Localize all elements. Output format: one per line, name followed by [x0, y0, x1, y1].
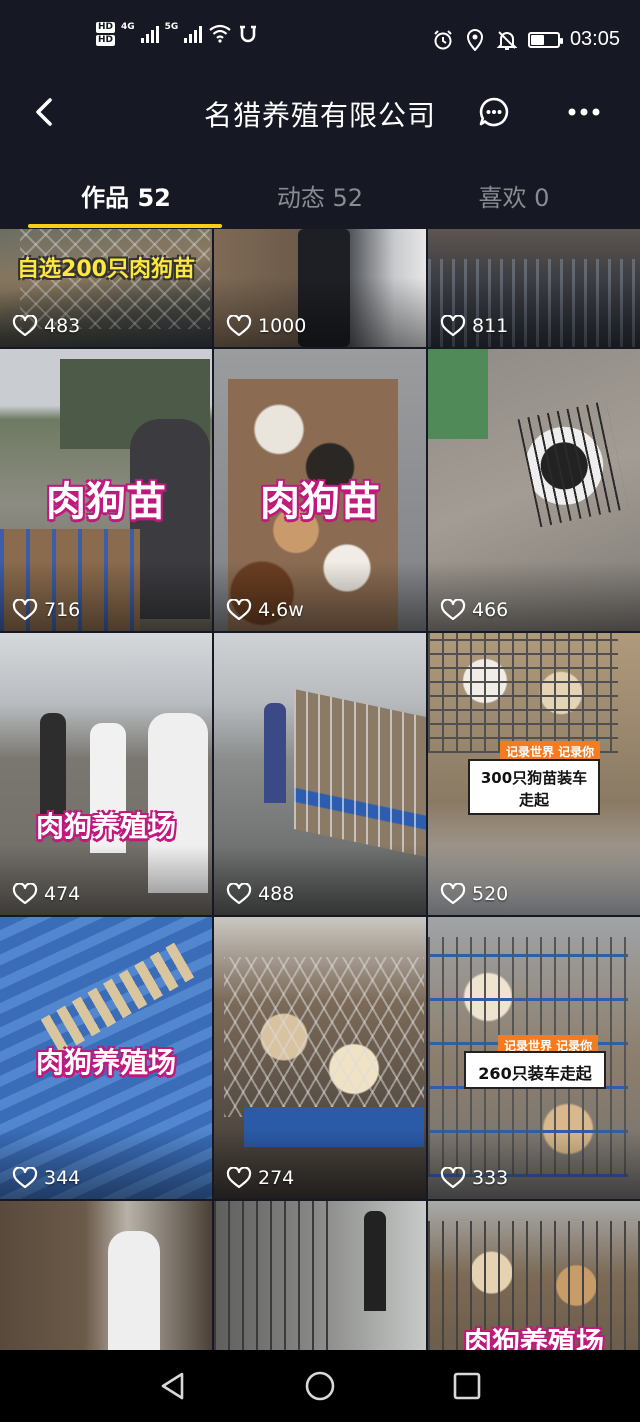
like-count: 344 — [12, 1167, 80, 1189]
video-tile[interactable]: 1000 — [214, 229, 426, 347]
heart-icon — [12, 1167, 38, 1189]
more-options-button[interactable] — [564, 92, 604, 132]
header: 名猎养殖有限公司 — [0, 80, 640, 144]
like-count: 474 — [12, 883, 80, 905]
like-count-value: 1000 — [258, 315, 307, 337]
tab-indicator — [28, 224, 222, 228]
mute-icon — [496, 29, 518, 51]
like-count: 466 — [440, 599, 508, 621]
battery-icon — [527, 31, 563, 48]
signal-icon-1 — [140, 25, 159, 43]
message-button[interactable] — [474, 92, 514, 132]
triangle-back-icon — [162, 1372, 184, 1400]
video-tile[interactable]: 466 — [428, 349, 640, 631]
location-icon — [464, 28, 486, 51]
like-count: 274 — [226, 1167, 294, 1189]
video-caption: 肉狗养殖场 — [35, 810, 176, 843]
heart-icon — [12, 883, 38, 905]
heart-icon — [226, 1167, 252, 1189]
like-count-value: 274 — [258, 1167, 295, 1189]
tab-works[interactable]: 作品 52 — [28, 178, 224, 213]
alarm-icon — [432, 29, 454, 51]
heart-icon — [226, 315, 252, 337]
video-grid: 自选200只肉狗苗 483 1000 811 肉狗苗 716 肉狗苗 4.6w … — [0, 229, 640, 1350]
like-count-value: 811 — [472, 315, 509, 337]
more-dots-icon — [568, 108, 600, 116]
like-count-value: 4.6w — [258, 599, 304, 621]
chat-bubble-icon — [479, 97, 509, 127]
sticker-line-1: 260只装车走起 — [478, 1064, 592, 1083]
heart-icon — [440, 315, 466, 337]
like-count: 333 — [440, 1167, 508, 1189]
video-tile[interactable]: 肉狗养殖场 474 — [0, 633, 212, 915]
sticker-line-2: 走起 — [518, 791, 549, 809]
heart-icon — [226, 883, 252, 905]
video-caption: 肉狗苗 — [46, 479, 166, 525]
video-tile[interactable]: 肉狗苗 716 — [0, 349, 212, 631]
heart-icon — [440, 599, 466, 621]
like-count-value: 483 — [44, 315, 81, 337]
video-tile[interactable]: 记录世界 记录你 300只狗苗装车 走起 520 — [428, 633, 640, 915]
video-tile[interactable] — [0, 1201, 212, 1350]
heart-icon — [12, 315, 38, 337]
video-tile[interactable]: 自选200只肉狗苗 483 — [0, 229, 212, 347]
nav-back-button[interactable] — [149, 1362, 197, 1410]
like-count: 488 — [226, 883, 294, 905]
video-sticker: 260只装车走起 — [464, 1051, 606, 1089]
clock: 03:05 — [569, 28, 620, 50]
video-caption: 肉狗苗 — [260, 479, 380, 525]
like-count: 811 — [440, 315, 508, 337]
video-caption: 肉狗养殖场 — [35, 1046, 176, 1079]
heart-icon — [440, 883, 466, 905]
like-count-value: 344 — [44, 1167, 81, 1189]
video-tile[interactable] — [214, 1201, 426, 1350]
like-count-value: 716 — [44, 599, 81, 621]
like-count: 483 — [12, 315, 80, 337]
hd-badge-2: HD — [96, 35, 116, 46]
tab-activity[interactable]: 动态 52 — [222, 178, 418, 213]
network-indicators: HD HD 4G 5G — [96, 22, 258, 46]
video-tile[interactable]: 肉狗苗 4.6w — [214, 349, 426, 631]
video-caption: 自选200只肉狗苗 — [17, 257, 195, 282]
sticker-line-1: 300只狗苗装车 — [480, 769, 588, 787]
video-tile[interactable]: 肉狗养殖场 344 — [0, 917, 212, 1199]
profile-tabs: 作品 52 动态 52 喜欢 0 — [0, 160, 640, 228]
tab-likes[interactable]: 喜欢 0 — [416, 178, 612, 213]
network-type-1: 4G — [121, 22, 135, 32]
video-tile[interactable]: 记录世界 记录你 260只装车走起 333 — [428, 917, 640, 1199]
status-bar: HD HD 4G 5G 03:05 — [0, 0, 640, 80]
system-navigation-bar — [0, 1350, 640, 1422]
like-count-value: 333 — [472, 1167, 509, 1189]
page-title: 名猎养殖有限公司 — [203, 99, 436, 132]
like-count: 1000 — [226, 315, 306, 337]
heart-icon — [226, 599, 252, 621]
like-count: 716 — [12, 599, 80, 621]
like-count-value: 474 — [44, 883, 81, 905]
video-tile[interactable]: 811 — [428, 229, 640, 347]
like-count: 4.6w — [226, 599, 304, 621]
hd-badge-1: HD — [96, 22, 116, 33]
nav-recents-button[interactable] — [443, 1362, 491, 1410]
like-count-value: 466 — [472, 599, 509, 621]
nav-home-button[interactable] — [296, 1362, 344, 1410]
wifi-icon — [208, 23, 232, 46]
like-count-value: 520 — [472, 883, 509, 905]
video-sticker: 300只狗苗装车 走起 — [468, 759, 600, 815]
network-type-2: 5G — [164, 22, 179, 32]
signal-icon-2 — [184, 25, 203, 43]
video-tile[interactable]: 肉狗养殖场 — [428, 1201, 640, 1350]
heart-icon — [440, 1167, 466, 1189]
like-count-value: 488 — [258, 883, 295, 905]
video-caption: 肉狗养殖场 — [463, 1326, 604, 1350]
video-tile[interactable]: 274 — [214, 917, 426, 1199]
square-recents-icon — [453, 1372, 480, 1400]
video-tile[interactable]: 488 — [214, 633, 426, 915]
heart-icon — [12, 599, 38, 621]
circle-home-icon — [305, 1371, 335, 1401]
vpn-icon — [238, 23, 258, 46]
like-count: 520 — [440, 883, 508, 905]
